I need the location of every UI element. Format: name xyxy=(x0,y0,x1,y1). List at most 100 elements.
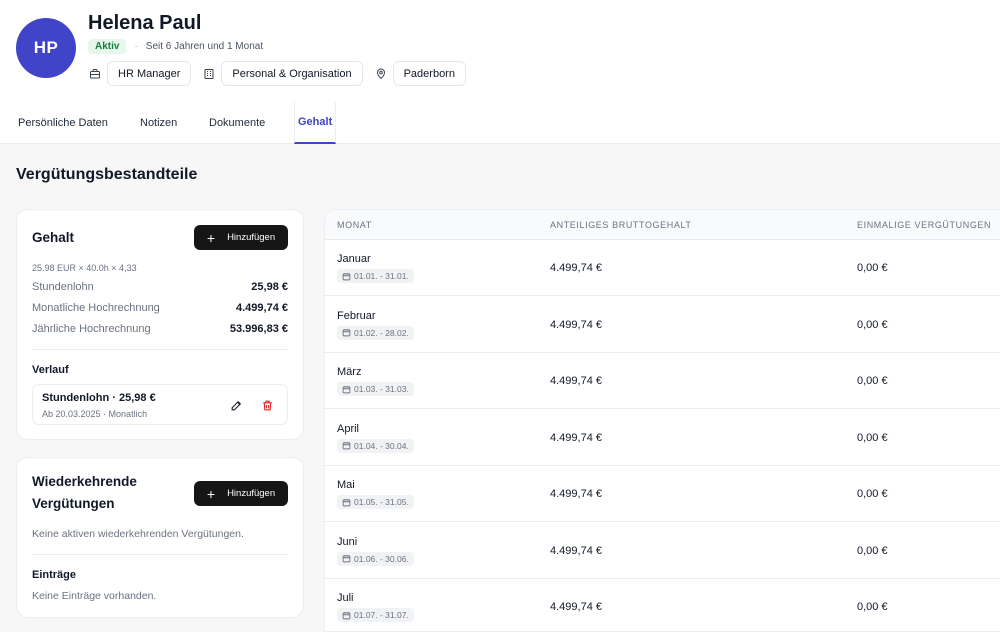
entries-title: Einträge xyxy=(32,569,77,581)
hourly-wage-value: 25,98 € xyxy=(251,281,288,293)
row-date-range: 01.06. - 30.06. xyxy=(337,551,414,566)
recurring-card-title-line2: Vergütungen xyxy=(32,496,115,511)
row-range-text: 01.06. - 30.06. xyxy=(354,553,409,564)
hourly-wage-label: Stundenlohn xyxy=(32,281,94,293)
row-date-range: 01.04. - 30.04. xyxy=(337,438,414,453)
row-date-range: 01.01. - 31.01. xyxy=(337,269,414,283)
tab-notes[interactable]: Notizen xyxy=(140,102,177,144)
employee-name: Helena Paul xyxy=(88,12,202,34)
chip-department[interactable]: Personal & Organisation xyxy=(221,61,363,86)
row-range-text: 01.02. - 28.02. xyxy=(354,327,409,338)
row-onetime: 0,00 € xyxy=(857,488,888,500)
add-recurring-button[interactable]: + Hinzufügen xyxy=(194,481,288,506)
table-row: März 01.03. - 31.03. 4.499,74 € 0,00 € xyxy=(325,353,1000,409)
monthly-salary-table: MONAT ANTEILIGES BRUTTOGEHALT EINMALIGE … xyxy=(324,209,1000,632)
row-gross: 4.499,74 € xyxy=(550,601,602,613)
row-month: Februar xyxy=(337,309,376,322)
yearly-projection-value: 53.996,83 € xyxy=(229,323,288,335)
yearly-projection-row: Jährliche Hochrechnung 53.996,83 € xyxy=(32,323,288,335)
row-onetime: 0,00 € xyxy=(857,544,888,557)
row-date-range: 01.03. - 31.03. xyxy=(337,382,414,396)
column-header-gross: ANTEILIGES BRUTTOGEHALT xyxy=(550,220,692,230)
row-onetime: 0,00 € xyxy=(857,375,888,387)
row-onetime: 0,00 € xyxy=(857,601,888,613)
row-month: Januar xyxy=(337,253,371,265)
status-badge: Aktiv xyxy=(88,39,127,54)
history-item-main: Stundenlohn · 25,98 € xyxy=(42,392,156,404)
calendar-icon xyxy=(342,441,351,450)
salary-card: Gehalt + Hinzufügen 25.98 EUR × 40.0h × … xyxy=(16,209,304,440)
status-row: Aktiv · Seit 6 Jahren und 1 Monat xyxy=(88,39,263,54)
row-gross: 4.499,74 € xyxy=(550,544,602,557)
table-row: Mai 01.05. - 31.05. 4.499,74 € 0,00 € xyxy=(325,466,1000,522)
history-title: Verlauf xyxy=(32,364,69,376)
info-chips: HR Manager Personal & Organisation Pader… xyxy=(88,61,477,86)
calendar-icon xyxy=(342,328,351,337)
salary-card-title: Gehalt xyxy=(32,230,75,245)
separator-dot: · xyxy=(134,41,138,52)
recurring-card: Wiederkehrende Vergütungen + Hinzufügen … xyxy=(16,457,304,618)
row-month: Mai xyxy=(337,479,355,491)
row-month: Juli xyxy=(337,592,354,604)
chip-role[interactable]: HR Manager xyxy=(107,61,192,86)
monthly-projection-value: 4.499,74 € xyxy=(236,302,288,314)
row-range-text: 01.05. - 31.05. xyxy=(354,497,409,507)
row-gross: 4.499,74 € xyxy=(550,431,602,444)
edit-icon[interactable] xyxy=(228,397,244,413)
column-header-onetime: EINMALIGE VERGÜTUNGEN xyxy=(857,220,992,230)
row-gross: 4.499,74 € xyxy=(550,375,602,387)
add-salary-label: Hinzufügen xyxy=(227,232,276,243)
trash-icon[interactable] xyxy=(259,397,275,413)
row-date-range: 01.07. - 31.07. xyxy=(337,608,414,622)
yearly-projection-label: Jährliche Hochrechnung xyxy=(32,323,151,335)
profile-header: HP Helena Paul Aktiv · Seit 6 Jahren und… xyxy=(0,0,1000,144)
plus-icon: + xyxy=(206,485,216,502)
row-range-text: 01.01. - 31.01. xyxy=(354,271,409,281)
salary-formula: 25.98 EUR × 40.0h × 4,33 xyxy=(32,263,137,273)
add-recurring-label: Hinzufügen xyxy=(227,488,276,499)
briefcase-icon xyxy=(88,67,102,81)
row-range-text: 01.07. - 31.07. xyxy=(354,610,409,620)
row-gross: 4.499,74 € xyxy=(550,318,602,331)
tab-personal-data[interactable]: Persönliche Daten xyxy=(18,102,108,144)
monthly-projection-label: Monatliche Hochrechnung xyxy=(32,302,160,314)
tab-salary[interactable]: Gehalt xyxy=(294,102,337,144)
building-icon xyxy=(202,67,216,81)
divider xyxy=(32,554,288,555)
divider xyxy=(32,349,288,350)
recurring-card-title-line1: Wiederkehrende xyxy=(32,474,137,489)
calendar-icon xyxy=(342,554,351,563)
row-onetime: 0,00 € xyxy=(857,262,888,274)
monthly-projection-row: Monatliche Hochrechnung 4.499,74 € xyxy=(32,302,288,314)
row-date-range: 01.02. - 28.02. xyxy=(337,325,414,340)
column-header-month: MONAT xyxy=(337,220,372,230)
calendar-icon xyxy=(342,498,351,507)
table-row: April 01.04. - 30.04. 4.499,74 € 0,00 € xyxy=(325,410,1000,466)
calendar-icon xyxy=(342,272,351,281)
hourly-wage-row: Stundenlohn 25,98 € xyxy=(32,281,288,293)
history-item-sub: Ab 20.03.2025 · Monatlich xyxy=(42,409,148,419)
tab-documents[interactable]: Dokumente xyxy=(209,102,265,144)
table-row: Juni 01.06. - 30.06. 4.499,74 € 0,00 € xyxy=(325,523,1000,579)
add-salary-button[interactable]: + Hinzufügen xyxy=(194,225,288,250)
row-range-text: 01.03. - 31.03. xyxy=(354,384,409,394)
chip-location[interactable]: Paderborn xyxy=(392,61,466,86)
avatar: HP xyxy=(16,18,76,78)
history-item: Stundenlohn · 25,98 € Ab 20.03.2025 · Mo… xyxy=(32,384,288,425)
row-month: Juni xyxy=(337,535,358,548)
calendar-icon xyxy=(342,611,351,620)
entries-empty-text: Keine Einträge vorhanden. xyxy=(32,590,157,602)
calendar-icon xyxy=(342,385,351,394)
table-row: Februar 01.02. - 28.02. 4.499,74 € 0,00 € xyxy=(325,297,1000,353)
table-header: MONAT ANTEILIGES BRUTTOGEHALT EINMALIGE … xyxy=(325,210,1000,240)
recurring-empty-text: Keine aktiven wiederkehrenden Vergütunge… xyxy=(32,528,244,540)
row-range-text: 01.04. - 30.04. xyxy=(354,440,409,451)
row-gross: 4.499,74 € xyxy=(550,488,602,500)
row-month: März xyxy=(337,366,362,378)
row-onetime: 0,00 € xyxy=(857,431,888,444)
row-date-range: 01.05. - 31.05. xyxy=(337,495,414,509)
table-row: Juli 01.07. - 31.07. 4.499,74 € 0,00 € xyxy=(325,579,1000,631)
avatar-initials: HP xyxy=(33,38,59,57)
section-title: Vergütungsbestandteile xyxy=(16,166,198,183)
tab-bar: Persönliche Daten Notizen Dokumente Geha… xyxy=(0,102,1000,144)
